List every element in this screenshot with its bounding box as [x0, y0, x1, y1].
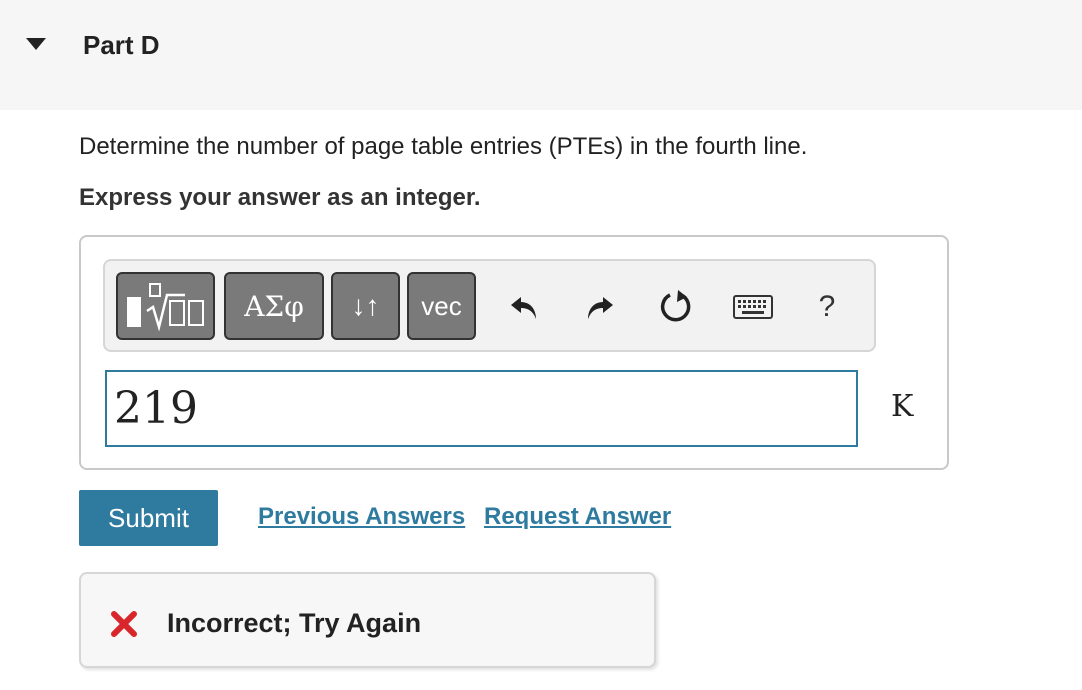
- redo-icon: [588, 297, 613, 319]
- undo-button[interactable]: [503, 285, 547, 329]
- keyboard-button[interactable]: [731, 285, 775, 329]
- submit-button[interactable]: Submit: [79, 490, 218, 546]
- feedback-text: Incorrect; Try Again: [167, 608, 422, 638]
- answer-instruction: Express your answer as an integer.: [79, 184, 481, 211]
- feedback-box: Incorrect; Try Again: [79, 572, 656, 668]
- question-prompt: Determine the number of page table entri…: [79, 133, 808, 160]
- greek-symbols-button[interactable]: ΑΣφ: [224, 272, 324, 340]
- undo-icon: [511, 297, 536, 319]
- previous-answers-link[interactable]: Previous Answers: [258, 503, 465, 531]
- part-title: Part D: [83, 30, 160, 60]
- math-toolbar: ΑΣφ ↓↑ vec ?: [103, 259, 876, 352]
- x-icon: [111, 611, 137, 637]
- answer-input[interactable]: 219: [105, 370, 858, 447]
- reset-button[interactable]: [655, 285, 699, 329]
- help-button[interactable]: ?: [805, 285, 849, 329]
- keyboard-icon: [733, 295, 773, 319]
- caret-down-icon[interactable]: [26, 38, 46, 50]
- arrows-button[interactable]: ↓↑: [331, 272, 400, 340]
- unit-label: K: [891, 389, 914, 424]
- vector-button[interactable]: vec: [407, 272, 476, 340]
- redo-button[interactable]: [577, 285, 621, 329]
- templates-button[interactable]: [116, 272, 215, 340]
- answer-box: ΑΣφ ↓↑ vec ? 219 K: [79, 235, 949, 470]
- request-answer-link[interactable]: Request Answer: [484, 503, 671, 531]
- reset-icon: [660, 290, 691, 322]
- templates-sqrt-icon: [126, 283, 204, 331]
- part-header[interactable]: Part D: [0, 0, 1082, 110]
